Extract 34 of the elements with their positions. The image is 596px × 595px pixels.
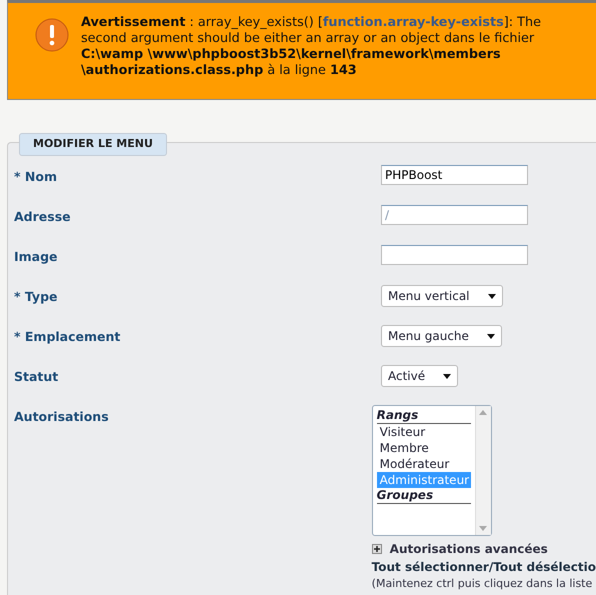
- field-label: * Type: [14, 288, 59, 306]
- expand-icon[interactable]: [372, 544, 382, 554]
- text-field[interactable]: PHPBoost: [381, 165, 528, 185]
- caret-icon: [443, 374, 452, 378]
- text-field[interactable]: /: [381, 205, 528, 225]
- list-option[interactable]: Visiteur: [376, 424, 471, 440]
- scrollbar[interactable]: [474, 406, 491, 535]
- separator: /: [488, 560, 494, 574]
- field-label: Statut: [14, 368, 60, 386]
- dropdown[interactable]: Menu gauche: [381, 325, 502, 347]
- warning-message: Avertissement : array_key_exists() [function.array-key-exists]: The second argument should be either an array or an object dans le fichier C:\wamp \www\phpboost3b52\kernel\framework\members \authorizations.class.php à la ligne 143: [81, 15, 542, 79]
- list-option[interactable]: Membre: [376, 440, 471, 456]
- list-option[interactable]: Modérateur: [376, 456, 471, 472]
- dropdown[interactable]: Activé: [381, 365, 458, 387]
- field-label: Autorisations: [14, 408, 110, 426]
- section-legend: MODIFIER LE MENU: [19, 133, 167, 156]
- advanced-permissions-link[interactable]: Autorisations avancées: [390, 540, 548, 558]
- field-label: Image: [14, 248, 59, 266]
- caret-icon: [486, 334, 495, 338]
- select-all-link[interactable]: Tout sélectionner: [372, 560, 489, 574]
- field-label: * Nom: [14, 168, 58, 186]
- text-field[interactable]: [381, 245, 528, 265]
- scroll-up-icon[interactable]: [479, 410, 488, 415]
- deselect-all-link[interactable]: Tout désélectio: [493, 560, 596, 574]
- group-heading: Groupes: [376, 488, 471, 504]
- field-label: * Emplacement: [14, 328, 122, 346]
- group-heading: Rangs: [376, 408, 471, 424]
- caret-icon: [488, 294, 496, 298]
- dropdown[interactable]: Menu vertical: [381, 285, 503, 307]
- listbox[interactable]: Rangs Visiteur Membre Modérateur Administrateur Groupes: [372, 405, 492, 536]
- scroll-down-icon[interactable]: [479, 526, 488, 531]
- field-label: Adresse: [14, 208, 72, 226]
- hint-text: (Maintenez ctrl puis cliquez dans la liste: [372, 576, 594, 592]
- warning-icon: [35, 18, 69, 52]
